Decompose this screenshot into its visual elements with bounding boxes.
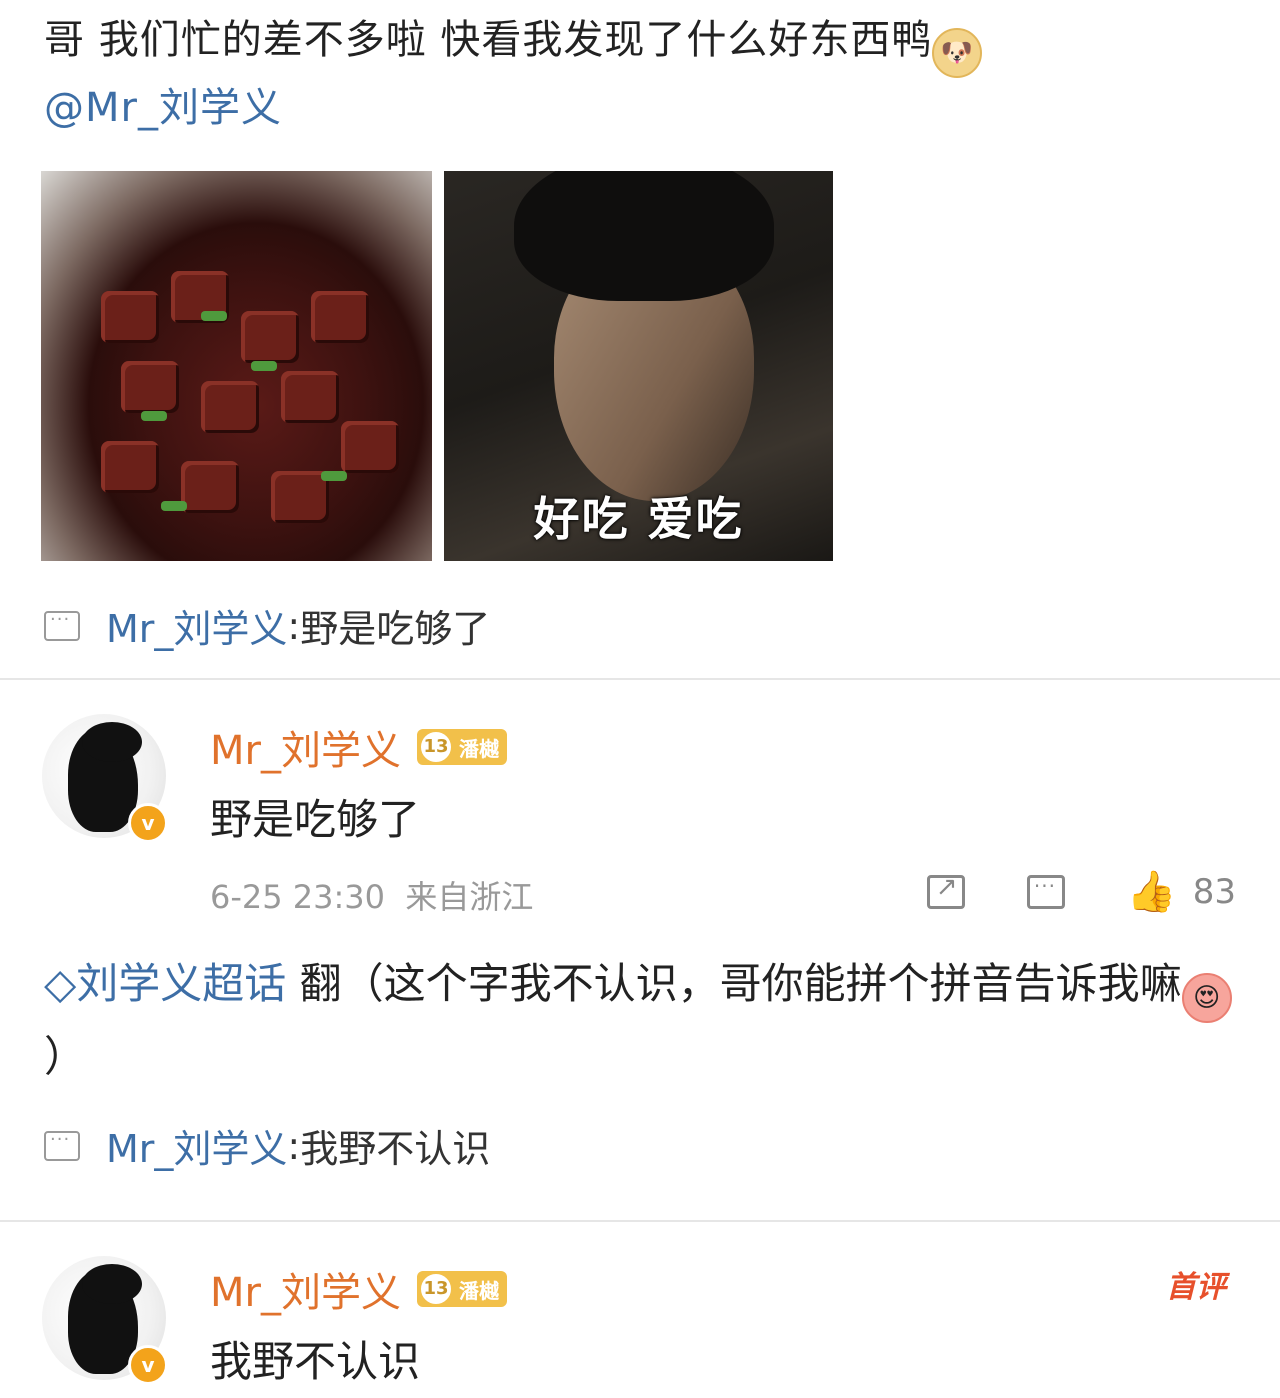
food-image[interactable]	[41, 171, 432, 561]
comment-text: 我野不认识	[210, 1337, 421, 1386]
verified-badge-icon: v	[128, 803, 168, 843]
share-icon[interactable]	[926, 872, 965, 909]
level-badge: 13 潘樾	[416, 1271, 507, 1307]
comment-author[interactable]: Mr_刘学义 13 潘樾	[210, 718, 507, 776]
post-text: 哥 我们忙的差不多啦 快看我发现了什么好东西鸭 🐶 @Mr_刘学义	[44, 10, 1244, 138]
like-icon: 👍	[1126, 869, 1177, 915]
level-number: 13	[418, 1272, 453, 1306]
post2-body-end: ）	[44, 1032, 87, 1081]
reply-text: 野是吃够了	[300, 607, 491, 651]
comment-meta: 6-25 23:30 来自浙江	[210, 872, 533, 918]
comment-actions: 👍 83	[926, 868, 1236, 915]
reply-sep: :	[287, 1123, 301, 1168]
level-tag: 潘樾	[458, 1278, 499, 1303]
comment-icon[interactable]	[1026, 874, 1065, 909]
comment-icon	[44, 609, 80, 641]
reply-sep: :	[287, 603, 301, 648]
post2-text: ◇刘学义超话 翻（这个字我不认识，哥你能拼个拼音告诉我嘛 😍 ）	[44, 950, 1244, 1091]
comment-author[interactable]: Mr_刘学义 13 潘樾	[210, 1260, 507, 1318]
first-comment-badge: 首评	[1166, 1270, 1226, 1305]
reply-author[interactable]: Mr_刘学义	[106, 1118, 287, 1173]
like-button[interactable]: 👍 83	[1127, 868, 1236, 915]
reply-preview-1[interactable]: Mr_刘学义: 野是吃够了	[44, 598, 490, 653]
level-badge: 13 潘樾	[416, 729, 507, 765]
divider	[0, 1220, 1280, 1222]
love-emoji-icon: 😍	[1181, 973, 1232, 1023]
comment-time: 6-25 23:30	[210, 878, 386, 916]
like-count: 83	[1192, 871, 1236, 912]
divider	[0, 678, 1280, 680]
post-images: 好吃 爱吃	[41, 171, 833, 561]
comment-icon	[44, 1129, 80, 1161]
reply-text: 我野不认识	[300, 1127, 491, 1171]
post-body: 哥 我们忙的差不多啦 快看我发现了什么好东西鸭	[44, 17, 933, 63]
comment-text: 野是吃够了	[210, 795, 421, 844]
level-tag: 潘樾	[458, 736, 499, 761]
reply-preview-2[interactable]: Mr_刘学义: 我野不认识	[44, 1118, 490, 1173]
topic-link[interactable]: ◇刘学义超话	[44, 959, 286, 1008]
reply-author[interactable]: Mr_刘学义	[106, 598, 287, 653]
doge-emoji-icon: 🐶	[932, 28, 983, 78]
author-name[interactable]: Mr_刘学义	[210, 1260, 401, 1318]
meme-caption: 好吃 爱吃	[533, 492, 744, 546]
author-name[interactable]: Mr_刘学义	[210, 718, 401, 776]
comment-location: 来自浙江	[405, 878, 534, 916]
verified-badge-icon: v	[128, 1345, 168, 1385]
post2-body: 翻（这个字我不认识，哥你能拼个拼音告诉我嘛	[286, 959, 1182, 1008]
meme-image[interactable]: 好吃 爱吃	[444, 171, 833, 561]
level-number: 13	[418, 730, 453, 764]
mention-link[interactable]: @Mr_刘学义	[44, 85, 282, 131]
